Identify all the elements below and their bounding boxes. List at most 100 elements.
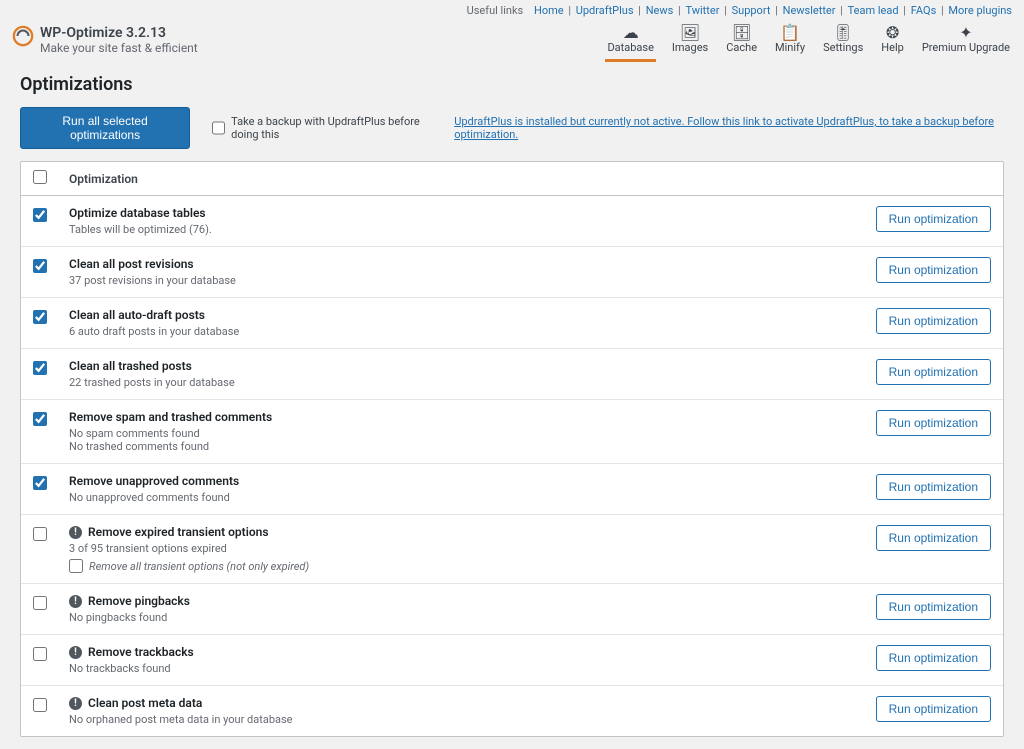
optimization-desc: 3 of 95 transient options expired [69,542,876,555]
run-optimization-button[interactable]: Run optimization [876,696,991,722]
tab-help[interactable]: ❂Help [879,21,906,62]
backup-activate-link[interactable]: UpdraftPlus is installed but currently n… [454,115,1004,141]
optimization-title: ! Clean post meta data [69,696,876,710]
table-row: !Remove expired transient options3 of 95… [21,515,1003,584]
optimization-title-text: Remove spam and trashed comments [69,410,272,424]
tab-database[interactable]: ☁Database [605,21,655,62]
select-all-checkbox[interactable] [33,170,47,184]
tab-images[interactable]: 🖼Images [670,21,710,62]
run-optimization-button[interactable]: Run optimization [876,206,991,232]
tab-label: Cache [726,41,757,54]
run-optimization-button[interactable]: Run optimization [876,308,991,334]
tab-cache[interactable]: 🗄Cache [724,21,759,62]
transient-all-checkbox[interactable] [69,559,83,573]
table-row: ! Clean post meta data No orphaned post me… [21,686,1003,736]
top-link-more-plugins[interactable]: More plugins [948,4,1012,17]
star-icon: ✦ [959,25,972,41]
optimization-desc2: No trashed comments found [69,440,876,453]
optimization-desc: Tables will be optimized (76). [69,223,876,236]
optimization-desc: 37 post revisions in your database [69,274,876,287]
optimization-title: ! Remove pingbacks [69,594,876,608]
run-optimization-button[interactable]: Run optimization [876,474,991,500]
row-checkbox[interactable] [33,647,47,661]
brand-title: WP-Optimize 3.2.13 [40,25,198,41]
top-link-home[interactable]: Home [534,4,564,17]
optimization-title-text: Clean all trashed posts [69,359,192,373]
row-checkbox[interactable] [33,412,47,426]
image-icon: 🖼 [680,25,700,41]
transient-all-label: Remove all transient options (not only e… [89,560,309,573]
run-optimization-button[interactable]: Run optimization [876,359,991,385]
optimization-desc: 6 auto draft posts in your database [69,325,876,338]
useful-links-label: Useful links [467,4,524,17]
optimization-title: Clean all post revisions [69,257,876,271]
tab-settings[interactable]: 🎚Settings [821,21,865,62]
top-link-news[interactable]: News [646,4,674,17]
optimization-title: Remove unapproved comments [69,474,876,488]
run-optimization-button[interactable]: Run optimization [876,645,991,671]
brand: WP-Optimize 3.2.13 Make your site fast &… [12,21,198,55]
cache-icon: 🗄 [731,25,751,41]
row-checkbox[interactable] [33,259,47,273]
row-checkbox[interactable] [33,527,47,541]
run-optimization-button[interactable]: Run optimization [876,257,991,283]
optimization-desc: No spam comments found [69,427,876,440]
optimization-title: Optimize database tables [69,206,876,220]
optimizations-table: Optimization Optimize database tables Tab… [20,161,1004,737]
top-link-twitter[interactable]: Twitter [685,4,719,17]
optimization-title-text: Clean post meta data [88,696,202,710]
row-checkbox[interactable] [33,208,47,222]
minify-icon: 📋 [780,25,800,41]
optimization-title-text: Remove unapproved comments [69,474,239,488]
row-checkbox[interactable] [33,310,47,324]
optimization-title: !Remove trackbacks [69,645,876,659]
optimization-title-text: Clean all auto-draft posts [69,308,205,322]
optimization-title-text: Optimize database tables [69,206,206,220]
tab-label: Minify [775,41,805,54]
col-optimization-title: Optimization [69,172,991,186]
top-useful-links: Useful links Home | UpdraftPlus | News |… [0,0,1024,21]
page-title: Optimizations [20,74,1004,95]
optimization-desc: No pingbacks found [69,611,876,624]
tab-label: Images [672,41,708,54]
run-optimization-button[interactable]: Run optimization [876,594,991,620]
tab-premium[interactable]: ✦Premium Upgrade [920,21,1012,62]
optimization-desc: No unapproved comments found [69,491,876,504]
warning-icon: ! [69,697,82,710]
backup-checkbox[interactable] [212,121,225,135]
warning-icon: ! [69,595,82,608]
run-all-button[interactable]: Run all selected optimizations [20,107,190,149]
top-link-updraftplus[interactable]: UpdraftPlus [576,4,634,17]
row-checkbox[interactable] [33,596,47,610]
cloud-icon: ☁ [623,25,639,41]
top-link-newsletter[interactable]: Newsletter [783,4,836,17]
optimization-desc: 22 trashed posts in your database [69,376,876,389]
table-row: Clean all auto-draft posts 6 auto draft p… [21,298,1003,349]
brand-tagline: Make your site fast & efficient [40,41,198,55]
top-link-team-lead[interactable]: Team lead [848,4,899,17]
row-checkbox[interactable] [33,698,47,712]
wpo-logo-icon [12,25,34,47]
tab-label: Premium Upgrade [922,41,1010,54]
tab-label: Database [607,41,653,54]
table-row: Clean all post revisions 37 post revision… [21,247,1003,298]
top-link-faqs[interactable]: FAQs [911,4,937,17]
optimization-title-text: Remove pingbacks [88,594,190,608]
top-nav: ☁Database 🖼Images 🗄Cache 📋Minify 🎚Settin… [605,21,1012,62]
row-checkbox[interactable] [33,361,47,375]
transient-subcheck-row: Remove all transient options (not only e… [69,559,876,573]
lifebuoy-icon: ❂ [886,25,899,41]
optimization-title: Remove spam and trashed comments [69,410,876,424]
run-optimization-button[interactable]: Run optimization [876,525,991,551]
tab-minify[interactable]: 📋Minify [773,21,807,62]
warning-icon: ! [69,646,82,659]
top-link-support[interactable]: Support [732,4,771,17]
optimization-title: Clean all auto-draft posts [69,308,876,322]
table-row: Clean all trashed posts 22 trashed posts … [21,349,1003,400]
row-checkbox[interactable] [33,476,47,490]
optimization-title-text: Remove expired transient options [88,525,269,539]
optimization-title: Clean all trashed posts [69,359,876,373]
optimization-desc: No orphaned post meta data in your datab… [69,713,876,726]
run-optimization-button[interactable]: Run optimization [876,410,991,436]
backup-text: Take a backup with UpdraftPlus before do… [231,115,448,141]
